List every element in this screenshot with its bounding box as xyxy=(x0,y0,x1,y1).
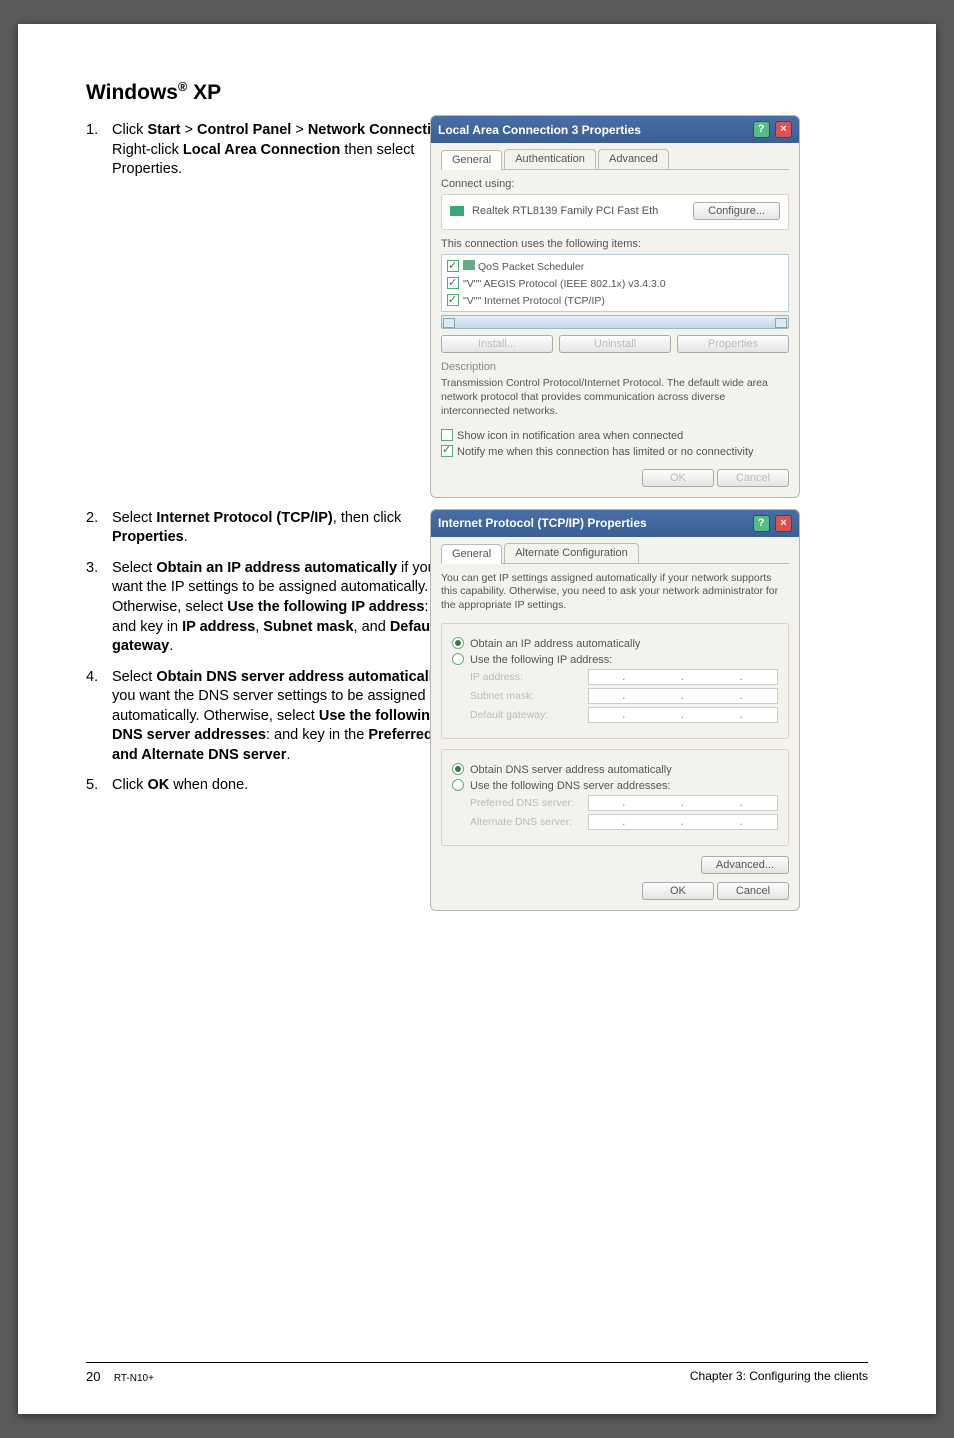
gateway-label: Default gateway: xyxy=(470,709,588,721)
step-text: Click Start > Control Panel > Network Co… xyxy=(112,121,456,180)
step-number: 4. xyxy=(86,668,112,766)
subnet-field[interactable]: ... xyxy=(588,688,778,704)
ip-address-label: IP address: xyxy=(470,671,588,683)
dialog-title: Local Area Connection 3 Properties xyxy=(438,123,641,137)
tab-auth[interactable]: Authentication xyxy=(504,149,596,169)
tab-adv[interactable]: Advanced xyxy=(598,149,669,169)
step-text: Click OK when done. xyxy=(112,776,456,796)
tab-general[interactable]: General xyxy=(441,150,502,170)
dialog-title: Internet Protocol (TCP/IP) Properties xyxy=(438,516,647,530)
ip-address-field[interactable]: ... xyxy=(588,669,778,685)
ok-button[interactable]: OK xyxy=(642,882,714,900)
radio-icon[interactable] xyxy=(452,653,464,665)
use-dns-label: Use the following DNS server addresses: xyxy=(470,780,671,792)
tcpip-properties-dialog: Internet Protocol (TCP/IP) Properties ? … xyxy=(430,509,800,911)
advanced-button[interactable]: Advanced... xyxy=(701,856,789,874)
step-item: 1.Click Start > Control Panel > Network … xyxy=(86,121,456,180)
help-icon[interactable]: ? xyxy=(753,121,770,138)
radio-icon[interactable] xyxy=(452,637,464,649)
tabs: General Alternate Configuration xyxy=(441,543,789,564)
radio-icon[interactable] xyxy=(452,779,464,791)
dialog-titlebar[interactable]: Local Area Connection 3 Properties ? × xyxy=(431,116,799,143)
pref-dns-label: Preferred DNS server: xyxy=(470,797,588,809)
step-item: 5.Click OK when done. xyxy=(86,776,456,796)
tab-general[interactable]: General xyxy=(441,544,502,564)
close-icon[interactable]: × xyxy=(775,515,792,532)
model-name: RT-N10+ xyxy=(114,1371,154,1384)
use-ip-label: Use the following IP address: xyxy=(470,654,612,666)
page-number: 20 xyxy=(86,1369,100,1384)
step-number: 2. xyxy=(86,509,112,548)
obtain-dns-label: Obtain DNS server address automatically xyxy=(470,764,672,776)
radio-icon[interactable] xyxy=(452,763,464,775)
help-icon[interactable]: ? xyxy=(753,515,770,532)
step-number: 1. xyxy=(86,121,112,180)
tabs: General Authentication Advanced xyxy=(441,149,789,170)
pref-dns-field[interactable]: ... xyxy=(588,795,778,811)
alt-dns-field[interactable]: ... xyxy=(588,814,778,830)
step-text: Select Obtain DNS server address automat… xyxy=(112,668,456,766)
intro-text: You can get IP settings assigned automat… xyxy=(441,572,789,613)
step-item: 3.Select Obtain an IP address automatica… xyxy=(86,559,456,657)
alt-dns-label: Alternate DNS server: xyxy=(470,816,588,828)
step-text: Select Internet Protocol (TCP/IP), then … xyxy=(112,509,456,548)
step-text: Select Obtain an IP address automaticall… xyxy=(112,559,456,657)
obtain-ip-label: Obtain an IP address automatically xyxy=(470,638,640,650)
chapter-label: Chapter 3: Configuring the clients xyxy=(690,1369,868,1384)
section-heading: Windows® XP xyxy=(86,80,868,105)
ip-group: Obtain an IP address automatically Use t… xyxy=(441,623,789,739)
step-number: 5. xyxy=(86,776,112,796)
dialog-titlebar[interactable]: Internet Protocol (TCP/IP) Properties ? … xyxy=(431,510,799,537)
step-item: 4.Select Obtain DNS server address autom… xyxy=(86,668,456,766)
connect-using-label: Connect using: xyxy=(441,178,789,190)
tab-altconfig[interactable]: Alternate Configuration xyxy=(504,543,639,563)
dns-group: Obtain DNS server address automatically … xyxy=(441,749,789,846)
step-number: 3. xyxy=(86,559,112,657)
subnet-label: Subnet mask: xyxy=(470,690,588,702)
step-item: 2.Select Internet Protocol (TCP/IP), the… xyxy=(86,509,456,548)
cancel-button[interactable]: Cancel xyxy=(717,882,789,900)
page-footer: 20 RT-N10+ Chapter 3: Configuring the cl… xyxy=(86,1362,868,1384)
close-icon[interactable]: × xyxy=(775,121,792,138)
gateway-field[interactable]: ... xyxy=(588,707,778,723)
